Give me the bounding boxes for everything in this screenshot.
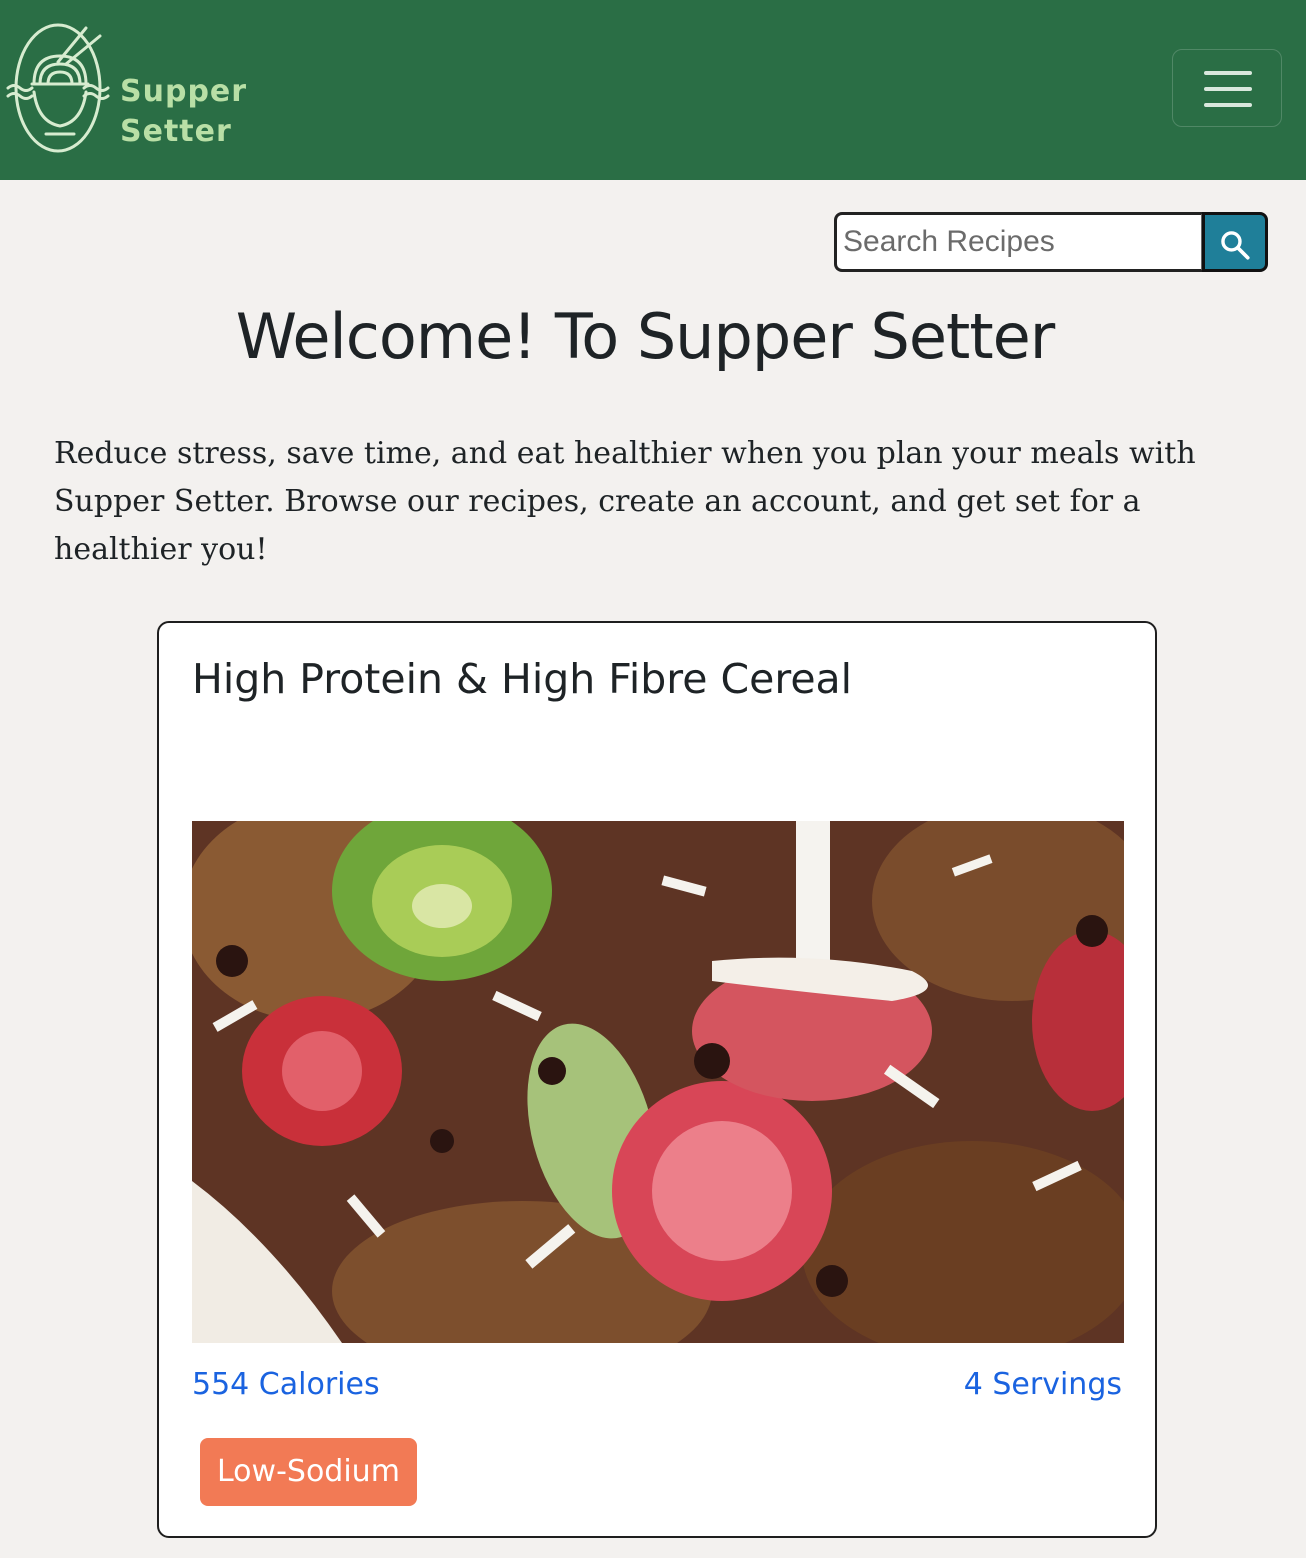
search-input[interactable] xyxy=(834,212,1204,272)
calories-link[interactable]: 554 Calories xyxy=(192,1367,380,1402)
brand-name-line1: Supper xyxy=(120,74,248,109)
navbar: Supper Setter xyxy=(0,0,1306,180)
servings-link[interactable]: 4 Servings xyxy=(964,1367,1122,1402)
search-form xyxy=(834,212,1268,272)
intro-paragraph: Reduce stress, save time, and eat health… xyxy=(54,436,1196,567)
search-icon xyxy=(1221,231,1250,260)
navbar-toggler-button[interactable] xyxy=(1172,49,1282,127)
brand-name-line2: Setter xyxy=(120,114,232,149)
recipe-card[interactable]: High Protein & High Fibre Cereal 554 Cal… xyxy=(157,621,1157,1538)
recipe-image[interactable] xyxy=(192,821,1124,1343)
cereal-photo-illustration xyxy=(192,821,1124,1343)
brand-logo-link[interactable]: Supper Setter xyxy=(6,22,266,157)
diet-tag-low-sodium[interactable]: Low-Sodium xyxy=(200,1438,417,1506)
page-title: Welcome! To Supper Setter xyxy=(235,300,1056,373)
recipe-title[interactable]: High Protein & High Fibre Cereal xyxy=(192,655,852,703)
brand-name: Supper Setter xyxy=(120,72,247,152)
search-button[interactable] xyxy=(1202,212,1268,272)
noodle-bowl-logo-icon xyxy=(6,23,110,153)
